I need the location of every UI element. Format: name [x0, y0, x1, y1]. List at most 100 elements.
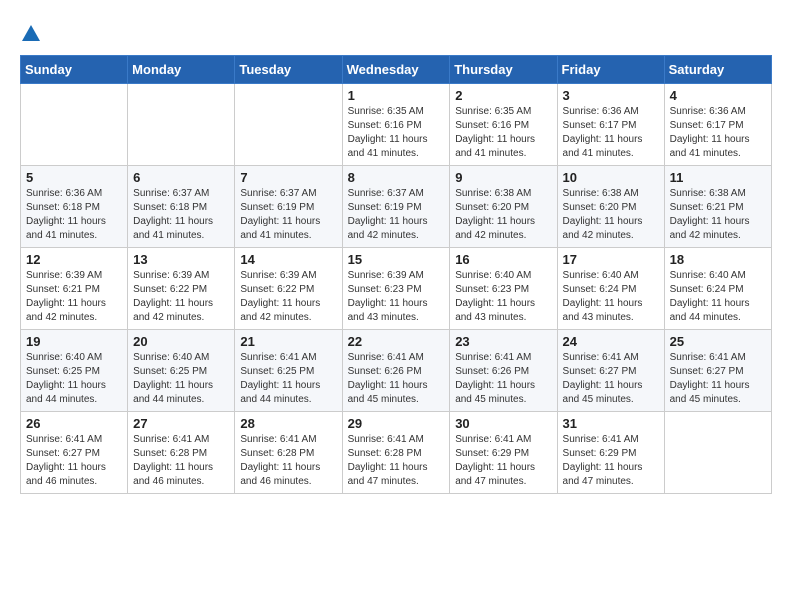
day-info: Sunrise: 6:37 AMSunset: 6:19 PMDaylight:…	[348, 187, 445, 243]
day-number: 17	[563, 252, 659, 267]
day-info: Sunrise: 6:41 AMSunset: 6:27 PMDaylight:…	[563, 351, 659, 407]
calendar-cell: 6 Sunrise: 6:37 AMSunset: 6:18 PMDaylight…	[128, 166, 235, 248]
weekday-header-thursday: Thursday	[450, 56, 557, 84]
calendar-cell	[664, 412, 771, 494]
day-info: Sunrise: 6:41 AMSunset: 6:26 PMDaylight:…	[455, 351, 551, 407]
day-number: 26	[26, 416, 122, 431]
day-info: Sunrise: 6:41 AMSunset: 6:27 PMDaylight:…	[670, 351, 766, 407]
calendar-cell: 3 Sunrise: 6:36 AMSunset: 6:17 PMDaylight…	[557, 84, 664, 166]
day-number: 1	[348, 88, 445, 103]
day-info: Sunrise: 6:39 AMSunset: 6:22 PMDaylight:…	[240, 269, 336, 325]
calendar-cell: 13Sunrise: 6:39 AMSunset: 6:22 PMDayligh…	[128, 248, 235, 330]
week-row-4: 26Sunrise: 6:41 AMSunset: 6:27 PMDayligh…	[21, 412, 772, 494]
calendar-body: 1 Sunrise: 6:35 AMSunset: 6:16 PMDaylight…	[21, 84, 772, 494]
day-number: 11	[670, 170, 766, 185]
calendar-cell: 30 Sunrise: 6:41 AMSunset: 6:29 PMDayligh…	[450, 412, 557, 494]
calendar-cell: 5 Sunrise: 6:36 AMSunset: 6:18 PMDaylight…	[21, 166, 128, 248]
day-number: 2	[455, 88, 551, 103]
day-info: Sunrise: 6:40 AMSunset: 6:23 PMDaylight:…	[455, 269, 551, 325]
week-row-2: 12Sunrise: 6:39 AMSunset: 6:21 PMDayligh…	[21, 248, 772, 330]
calendar-cell: 28Sunrise: 6:41 AMSunset: 6:28 PMDayligh…	[235, 412, 342, 494]
day-info: Sunrise: 6:36 AMSunset: 6:18 PMDaylight:…	[26, 187, 122, 243]
day-number: 28	[240, 416, 336, 431]
day-info: Sunrise: 6:38 AMSunset: 6:20 PMDaylight:…	[563, 187, 659, 243]
day-number: 30	[455, 416, 551, 431]
calendar-cell: 15 Sunrise: 6:39 AMSunset: 6:23 PMDayligh…	[342, 248, 450, 330]
weekday-header-monday: Monday	[128, 56, 235, 84]
day-number: 16	[455, 252, 551, 267]
day-number: 6	[133, 170, 229, 185]
day-info: Sunrise: 6:36 AMSunset: 6:17 PMDaylight:…	[563, 105, 659, 161]
calendar-table: SundayMondayTuesdayWednesdayThursdayFrid…	[20, 55, 772, 494]
weekday-header-saturday: Saturday	[664, 56, 771, 84]
day-number: 8	[348, 170, 445, 185]
day-info: Sunrise: 6:41 AMSunset: 6:26 PMDaylight:…	[348, 351, 445, 407]
day-number: 19	[26, 334, 122, 349]
calendar-cell: 8 Sunrise: 6:37 AMSunset: 6:19 PMDaylight…	[342, 166, 450, 248]
calendar-cell: 18 Sunrise: 6:40 AMSunset: 6:24 PMDayligh…	[664, 248, 771, 330]
header	[20, 20, 772, 45]
day-number: 23	[455, 334, 551, 349]
day-number: 22	[348, 334, 445, 349]
calendar-cell: 26Sunrise: 6:41 AMSunset: 6:27 PMDayligh…	[21, 412, 128, 494]
day-info: Sunrise: 6:40 AMSunset: 6:24 PMDaylight:…	[670, 269, 766, 325]
calendar-cell: 25 Sunrise: 6:41 AMSunset: 6:27 PMDayligh…	[664, 330, 771, 412]
calendar-cell: 14Sunrise: 6:39 AMSunset: 6:22 PMDayligh…	[235, 248, 342, 330]
calendar-cell: 12Sunrise: 6:39 AMSunset: 6:21 PMDayligh…	[21, 248, 128, 330]
week-row-0: 1 Sunrise: 6:35 AMSunset: 6:16 PMDaylight…	[21, 84, 772, 166]
day-info: Sunrise: 6:41 AMSunset: 6:29 PMDaylight:…	[563, 433, 659, 489]
day-number: 5	[26, 170, 122, 185]
calendar-cell: 11Sunrise: 6:38 AMSunset: 6:21 PMDayligh…	[664, 166, 771, 248]
day-number: 24	[563, 334, 659, 349]
day-number: 3	[563, 88, 659, 103]
weekday-header-sunday: Sunday	[21, 56, 128, 84]
week-row-1: 5 Sunrise: 6:36 AMSunset: 6:18 PMDaylight…	[21, 166, 772, 248]
day-number: 31	[563, 416, 659, 431]
calendar-cell: 16 Sunrise: 6:40 AMSunset: 6:23 PMDayligh…	[450, 248, 557, 330]
day-info: Sunrise: 6:37 AMSunset: 6:18 PMDaylight:…	[133, 187, 229, 243]
day-number: 18	[670, 252, 766, 267]
day-number: 25	[670, 334, 766, 349]
day-number: 29	[348, 416, 445, 431]
calendar-cell: 24 Sunrise: 6:41 AMSunset: 6:27 PMDayligh…	[557, 330, 664, 412]
calendar-cell: 17Sunrise: 6:40 AMSunset: 6:24 PMDayligh…	[557, 248, 664, 330]
calendar-cell	[21, 84, 128, 166]
calendar-cell	[128, 84, 235, 166]
day-number: 20	[133, 334, 229, 349]
day-info: Sunrise: 6:40 AMSunset: 6:25 PMDaylight:…	[133, 351, 229, 407]
logo	[20, 20, 42, 45]
calendar-cell: 23 Sunrise: 6:41 AMSunset: 6:26 PMDayligh…	[450, 330, 557, 412]
calendar-cell: 10 Sunrise: 6:38 AMSunset: 6:20 PMDayligh…	[557, 166, 664, 248]
day-number: 27	[133, 416, 229, 431]
day-info: Sunrise: 6:41 AMSunset: 6:28 PMDaylight:…	[348, 433, 445, 489]
calendar-cell: 20 Sunrise: 6:40 AMSunset: 6:25 PMDayligh…	[128, 330, 235, 412]
weekday-header-tuesday: Tuesday	[235, 56, 342, 84]
day-info: Sunrise: 6:39 AMSunset: 6:21 PMDaylight:…	[26, 269, 122, 325]
calendar-cell: 22 Sunrise: 6:41 AMSunset: 6:26 PMDayligh…	[342, 330, 450, 412]
day-info: Sunrise: 6:41 AMSunset: 6:29 PMDaylight:…	[455, 433, 551, 489]
calendar-cell: 4 Sunrise: 6:36 AMSunset: 6:17 PMDaylight…	[664, 84, 771, 166]
calendar-cell: 9Sunrise: 6:38 AMSunset: 6:20 PMDaylight…	[450, 166, 557, 248]
day-info: Sunrise: 6:41 AMSunset: 6:25 PMDaylight:…	[240, 351, 336, 407]
logo-flag-icon	[20, 21, 42, 45]
day-number: 10	[563, 170, 659, 185]
calendar-cell	[235, 84, 342, 166]
calendar-cell: 1 Sunrise: 6:35 AMSunset: 6:16 PMDaylight…	[342, 84, 450, 166]
day-number: 15	[348, 252, 445, 267]
day-info: Sunrise: 6:39 AMSunset: 6:22 PMDaylight:…	[133, 269, 229, 325]
calendar-cell: 19Sunrise: 6:40 AMSunset: 6:25 PMDayligh…	[21, 330, 128, 412]
calendar-cell: 29 Sunrise: 6:41 AMSunset: 6:28 PMDayligh…	[342, 412, 450, 494]
day-number: 21	[240, 334, 336, 349]
weekday-header-wednesday: Wednesday	[342, 56, 450, 84]
day-info: Sunrise: 6:37 AMSunset: 6:19 PMDaylight:…	[240, 187, 336, 243]
day-number: 4	[670, 88, 766, 103]
calendar-cell: 27Sunrise: 6:41 AMSunset: 6:28 PMDayligh…	[128, 412, 235, 494]
day-info: Sunrise: 6:39 AMSunset: 6:23 PMDaylight:…	[348, 269, 445, 325]
calendar-header: SundayMondayTuesdayWednesdayThursdayFrid…	[21, 56, 772, 84]
day-info: Sunrise: 6:38 AMSunset: 6:20 PMDaylight:…	[455, 187, 551, 243]
weekday-row: SundayMondayTuesdayWednesdayThursdayFrid…	[21, 56, 772, 84]
day-info: Sunrise: 6:36 AMSunset: 6:17 PMDaylight:…	[670, 105, 766, 161]
calendar-cell: 7Sunrise: 6:37 AMSunset: 6:19 PMDaylight…	[235, 166, 342, 248]
day-info: Sunrise: 6:35 AMSunset: 6:16 PMDaylight:…	[348, 105, 445, 161]
day-info: Sunrise: 6:35 AMSunset: 6:16 PMDaylight:…	[455, 105, 551, 161]
